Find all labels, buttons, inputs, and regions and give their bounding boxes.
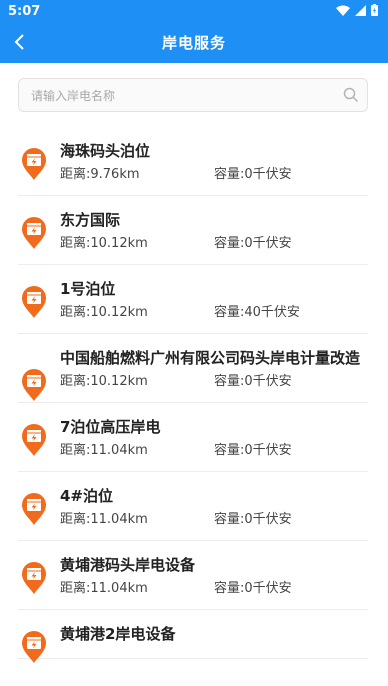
wifi-icon [336,5,350,16]
search-box[interactable] [18,78,368,113]
station-name: 海珠码头泊位 [60,142,151,160]
station-distance: 距离:11.04km [60,512,148,527]
station-name: 中国船舶燃料广州有限公司码头岸电计量改造 [60,349,361,367]
charging-pin-icon [21,423,47,461]
station-name: 1号泊位 [60,280,116,298]
station-distance: 距离:11.04km [60,443,148,458]
station-name: 7泊位高压岸电 [60,418,161,436]
station-distance: 距离:11.04km [60,581,148,596]
station-meta: 距离:9.76km 容量:0千伏安 [60,163,368,195]
station-meta: 距离:11.04km 容量:0千伏安 [60,577,368,609]
list-item[interactable]: 中国船舶燃料广州有限公司码头岸电计量改造 距离:10.12km 容量:0千伏安 [18,334,368,403]
station-distance: 距离:10.12km [60,236,148,251]
list-item[interactable]: 东方国际距离:10.12km 容量:0千伏安 [18,196,368,265]
charging-pin-icon [21,147,47,185]
status-time: 5:07 [8,4,41,19]
charging-pin-icon [21,368,47,406]
battery-icon [371,4,378,16]
list-item[interactable]: 7泊位高压岸电 距离:11.04km 容量:0千伏安 [18,403,368,472]
station-name: 东方国际 [60,211,121,229]
signal-icon [355,4,366,16]
berth-list: 海珠码头泊位 距离:9.76km 容量:0千伏安 东方国际 距离:10.12km 容量:0… [0,127,388,663]
status-icons [336,4,378,16]
list-item[interactable]: 黄埔港2岸电设备 [18,610,368,663]
station-name: 黄埔港码头岸电设备 [60,556,196,574]
list-item[interactable]: 黄埔港码头岸电设备 距离:11.04km 容量:0千伏安 [18,541,368,610]
station-capacity: 容量:0千伏安 [214,512,292,527]
station-name: 黄埔港2岸电设备 [60,625,176,643]
station-distance: 距离:9.76km [60,167,140,182]
station-capacity: 容量:0千伏安 [214,443,292,458]
station-meta: 距离:10.12km 容量:0千伏安 [60,232,368,264]
station-distance: 距离:10.12km [60,305,148,320]
top-bar: 5:07 岸电服务 [0,0,388,63]
station-meta: 距离:10.12km 容量:40千伏安 [60,301,368,333]
station-meta: 距离:11.04km 容量:0千伏安 [60,439,368,471]
station-capacity: 容量:40千伏安 [214,305,300,320]
station-capacity: 容量:0千伏安 [214,374,292,389]
charging-pin-icon [21,561,47,599]
station-distance: 距离:10.12km [60,374,148,389]
list-item[interactable]: 1号泊位距离:10.12km 容量:40千伏安 [18,265,368,334]
station-meta [60,646,368,658]
station-meta: 距离:10.12km 容量:0千伏安 [60,370,368,402]
station-name: 4#泊位 [60,487,114,505]
search-icon[interactable] [343,87,359,103]
station-capacity: 容量:0千伏安 [214,236,292,251]
charging-pin-icon [21,285,47,323]
page-title: 岸电服务 [161,34,226,52]
search-input[interactable] [29,79,333,113]
charging-pin-icon [21,492,47,530]
charging-pin-icon [21,216,47,254]
station-meta: 距离:11.04km 容量:0千伏安 [60,508,368,540]
charging-pin-icon [21,630,47,668]
list-item[interactable]: 海珠码头泊位 距离:9.76km 容量:0千伏安 [18,127,368,196]
list-item[interactable]: 4#泊位距离:11.04km 容量:0千伏安 [18,472,368,541]
station-capacity: 容量:0千伏安 [214,167,292,182]
station-capacity: 容量:0千伏安 [214,581,292,596]
